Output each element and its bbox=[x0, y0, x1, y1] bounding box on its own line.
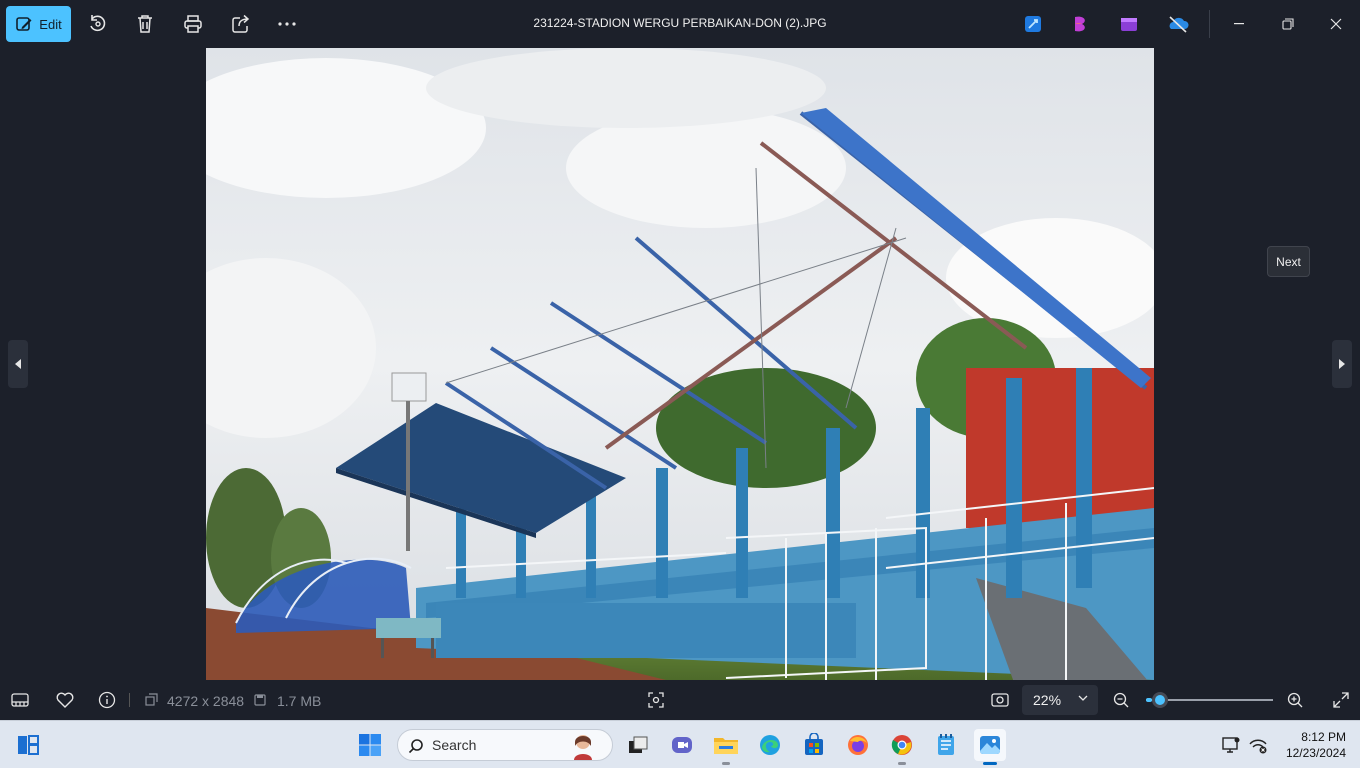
network-icon[interactable] bbox=[1244, 729, 1272, 761]
widgets-icon[interactable] bbox=[12, 729, 44, 761]
onedrive-icon[interactable] bbox=[1166, 13, 1189, 35]
dimensions-icon bbox=[141, 690, 161, 710]
designer-icon[interactable] bbox=[1022, 13, 1044, 35]
image-dimensions: 4272 x 2848 bbox=[167, 693, 245, 709]
active-indicator bbox=[983, 762, 997, 765]
start-icon[interactable] bbox=[354, 729, 386, 761]
edge-icon[interactable] bbox=[754, 729, 786, 761]
edit-image-icon bbox=[16, 17, 32, 31]
zoom-slider-thumb[interactable] bbox=[1152, 692, 1169, 708]
close-icon[interactable] bbox=[1324, 12, 1348, 36]
clock-date: 12/23/2024 bbox=[1285, 746, 1346, 760]
edit-label: Edit bbox=[39, 16, 62, 32]
full-screen-icon[interactable] bbox=[1331, 690, 1351, 710]
chrome-icon[interactable] bbox=[886, 729, 918, 765]
video-editor-icon[interactable] bbox=[1118, 13, 1140, 35]
top-toolbar: Edit 231224-STADION WERGU PERBAIKAN-DON … bbox=[0, 0, 1360, 48]
minimize-icon[interactable] bbox=[1228, 12, 1252, 36]
filmstrip-icon[interactable] bbox=[10, 690, 30, 710]
share-icon[interactable] bbox=[229, 12, 253, 36]
info-icon[interactable] bbox=[97, 690, 117, 710]
next-tooltip: Next bbox=[1267, 246, 1310, 277]
previous-button[interactable] bbox=[8, 340, 28, 388]
file-title: 231224-STADION WERGU PERBAIKAN-DON (2).J… bbox=[533, 16, 827, 30]
file-size: 1.7 MB bbox=[277, 693, 322, 709]
clipchamp-icon[interactable] bbox=[1070, 13, 1092, 35]
teams-meet-icon[interactable] bbox=[666, 729, 698, 761]
file-explorer-icon[interactable] bbox=[710, 729, 742, 765]
system-clock[interactable]: 8:12 PM 12/23/2024 bbox=[1276, 729, 1346, 761]
visual-search-icon[interactable] bbox=[646, 690, 666, 710]
photo-viewer-image[interactable] bbox=[206, 48, 1154, 680]
zoom-out-icon[interactable] bbox=[1111, 690, 1131, 710]
taskbar: Search 8:12 PM 12/23/2024 bbox=[0, 720, 1360, 768]
notepad-icon[interactable] bbox=[930, 729, 962, 761]
taskbar-search-input[interactable]: Search bbox=[397, 729, 613, 761]
toolbar-divider bbox=[1209, 10, 1210, 38]
task-view-icon[interactable] bbox=[622, 729, 654, 761]
zoom-in-icon[interactable] bbox=[1285, 690, 1305, 710]
more-icon[interactable] bbox=[275, 12, 299, 36]
store-icon[interactable] bbox=[798, 729, 830, 761]
running-indicator bbox=[722, 762, 730, 765]
chevron-left-icon bbox=[15, 359, 21, 369]
photos-icon[interactable] bbox=[974, 729, 1006, 765]
notification-icon[interactable] bbox=[1218, 729, 1244, 761]
search-icon bbox=[408, 739, 423, 754]
chevron-down-icon bbox=[1078, 695, 1088, 701]
zoom-dropdown[interactable]: 22% bbox=[1022, 685, 1098, 715]
search-placeholder: Search bbox=[432, 737, 477, 753]
firefox-icon[interactable] bbox=[842, 729, 874, 761]
status-bar: 4272 x 2848 1.7 MB 22% bbox=[0, 680, 1360, 720]
status-divider bbox=[129, 693, 130, 707]
restore-icon[interactable] bbox=[1276, 12, 1300, 36]
running-indicator bbox=[898, 762, 906, 765]
next-button[interactable] bbox=[1332, 340, 1352, 388]
zoom-value: 22% bbox=[1033, 692, 1062, 708]
file-size-icon bbox=[250, 690, 270, 710]
edit-button[interactable]: Edit bbox=[6, 6, 71, 42]
print-icon[interactable] bbox=[181, 12, 205, 36]
rotate-icon[interactable] bbox=[85, 12, 109, 36]
favorite-icon[interactable] bbox=[55, 690, 75, 710]
clock-time: 8:12 PM bbox=[1301, 730, 1346, 744]
chevron-right-icon bbox=[1339, 359, 1345, 369]
actual-size-icon[interactable] bbox=[990, 690, 1010, 710]
delete-icon[interactable] bbox=[133, 12, 157, 36]
search-highlight-icon bbox=[574, 735, 592, 760]
